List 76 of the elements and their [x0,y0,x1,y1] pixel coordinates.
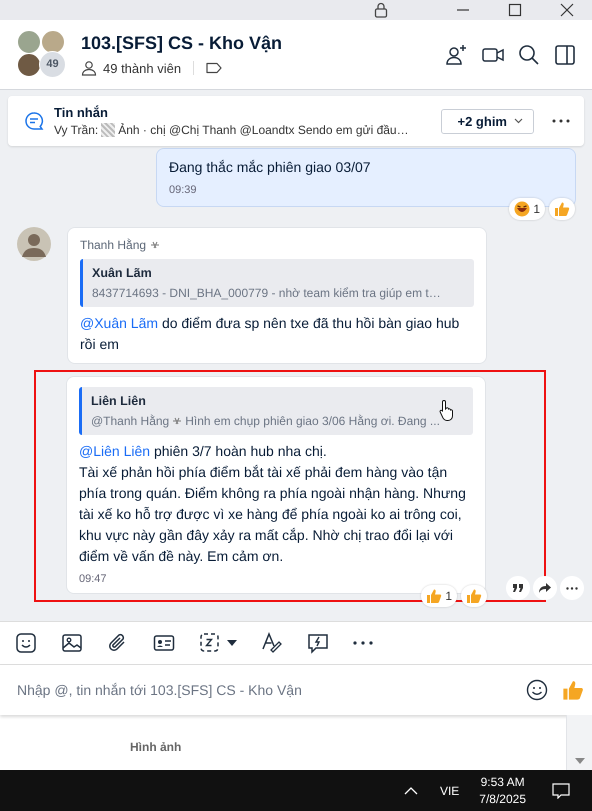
pins-dropdown[interactable]: +2 ghim [440,108,534,134]
reaction-count: 1 [533,202,540,216]
sender-name: Thanh Hằng [80,238,146,252]
clock-time[interactable]: 9:53 AM [480,775,525,789]
quote-author: Xuân Lãm [92,266,153,280]
chevron-up-icon[interactable] [404,786,418,794]
forward-button[interactable] [533,576,557,600]
badge-icon [150,241,160,249]
group-title: 103.[SFS] CS - Kho Vận [81,33,284,54]
laughing-face-icon [514,201,530,217]
more-icon[interactable] [353,641,373,645]
quote-mention: @Thanh Hằng [91,414,170,428]
reaction-chip[interactable]: 1 [509,198,545,220]
chevron-down-icon [514,118,523,124]
forward-icon [538,582,552,594]
quote-icon [512,583,524,593]
reaction-chip[interactable]: 1 [421,585,457,607]
mention-link[interactable]: @Liên Liên [79,443,150,459]
emoji-icon[interactable] [526,679,548,701]
close-icon[interactable] [560,3,574,17]
input-language[interactable]: VIE [440,784,460,798]
more-icon[interactable] [552,119,570,123]
add-member-icon[interactable] [446,44,468,66]
scroll-down-icon[interactable] [574,758,584,764]
quoted-message[interactable]: Liên Liên @Thanh Hằng Hình em chụp phiên giao 3/06 Hằng ơi. Đang ... [79,387,473,435]
screenshot-button[interactable] [199,632,237,654]
image-thumbnail [101,123,116,137]
badge-icon [172,417,182,425]
message-time: 09:47 [79,573,108,585]
scrollbar[interactable] [566,715,592,770]
message-text: @Xuân Lãm do điểm đưa sp nên txe đã thu hồi bàn giao hub rồi em [80,314,460,354]
quick-message-icon[interactable] [307,632,329,654]
message-text: Tài xế phản hồi phía điểm bắt tài xế phải đem hàng vào tận phía trong quán. Điểm không ra phía ngoài nhận hàng. Nhưng tài xế ko hỗ trợ được vì xe hàng để phía ngoài ko ai trông coi, khu vực này gần đây xảy ra mất cắp. Nhờ chị trao đổi lại với điểm về vấn đề này. Em cảm ơn. [79,463,467,566]
side-panel-icon[interactable] [554,44,576,66]
maximize-icon[interactable] [508,3,522,17]
user-avatar[interactable] [17,227,51,261]
member-count-badge: 49 [39,50,66,78]
reaction-count: 1 [445,589,452,603]
thumbs-up-icon [554,201,570,217]
person-icon [81,60,97,76]
message-text: Đang thắc mắc phiên giao 03/07 [169,158,372,177]
hand-cursor-icon [439,399,455,421]
pinned-message-bar[interactable]: Tin nhắn Vy Trần: Ảnh · chị @Chị Thanh @Loandtx Sendo em gửi đầu… +2 ghim [8,96,584,146]
member-count[interactable]: 49 thành viên [103,60,182,76]
pinned-title: Tin nhắn [54,105,109,120]
caret-icon [227,640,237,646]
lock-icon[interactable] [374,2,388,18]
more-button[interactable] [560,576,584,600]
sticker-icon[interactable] [15,632,37,654]
more-icon [566,586,578,590]
chat-bubble-icon [24,111,44,131]
section-title: Hình ảnh [129,739,182,756]
quoted-message[interactable]: Xuân Lãm 8437714693 - DNI_BHA_000779 - nhờ team kiểm tra giúp em t… [80,259,474,307]
clock-date[interactable]: 7/8/2025 [479,792,526,806]
message-text: @Liên Liên phiên 3/7 hoàn hub nha chị. [79,442,328,461]
photo-placeholder [17,52,41,76]
photo-placeholder [41,30,65,54]
thumbs-up-icon[interactable] [562,679,584,701]
quote-text: Hình em chụp phiên giao 3/06 Hằng ơi. Đang ... [185,414,440,428]
text-format-icon[interactable] [261,632,283,654]
message-time: 09:39 [169,184,198,196]
quote-text: 8437714693 - DNI_BHA_000779 - nhờ team kiểm tra giúp em t… [92,286,441,300]
thumbs-up-icon [426,588,442,604]
image-icon[interactable] [61,632,83,654]
mention-link[interactable]: @Xuân Lãm [80,315,158,331]
notification-icon[interactable] [552,782,570,798]
screenshot-icon [199,632,221,654]
quote-author: Liên Liên [91,394,147,408]
photo-placeholder [17,30,41,54]
pinned-sender: Vy Trần: [54,123,98,137]
message-input[interactable]: Nhập @, tin nhắn tới 103.[SFS] CS - Kho Vận [15,681,512,699]
thumbs-up-icon [466,588,482,604]
pinned-preview: Ảnh · chị @Chị Thanh @Loandtx Sendo em gửi đầu… [118,123,409,137]
tag-icon[interactable] [206,62,222,74]
quote-button[interactable] [506,576,530,600]
search-icon[interactable] [518,44,540,66]
